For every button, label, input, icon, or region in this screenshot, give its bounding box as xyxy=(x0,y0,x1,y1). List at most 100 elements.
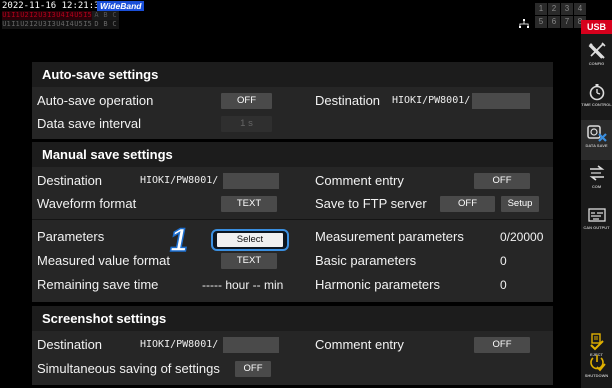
sidebar-label: CAN OUTPUT xyxy=(583,225,610,230)
ftp-server-toggle[interactable]: OFF xyxy=(440,196,495,212)
channel-grid-cell: 4 xyxy=(574,3,586,15)
autosave-destination-field[interactable] xyxy=(472,93,530,109)
measured-value-format-select[interactable]: TEXT xyxy=(221,253,277,269)
channel-indicator: D xyxy=(92,20,101,29)
simultaneous-saving-label: Simultaneous saving of settings xyxy=(37,361,220,376)
sidebar-label: CONFIG xyxy=(588,61,605,66)
usb-badge[interactable]: USB xyxy=(581,20,612,34)
channel-indicator: I1 xyxy=(11,20,20,29)
basic-parameters-label: Basic parameters xyxy=(315,253,417,268)
channel-indicator: B xyxy=(101,11,110,20)
channel-indicator: U1 xyxy=(2,11,11,20)
parameters-select-button[interactable]: Select xyxy=(211,229,289,251)
remaining-save-time-value: ----- hour -- min xyxy=(202,278,284,292)
mode-badge: WideBand xyxy=(97,1,145,11)
channel-grid-cell: 2 xyxy=(548,3,560,15)
autosave-destination-label: Destination xyxy=(315,93,381,108)
channel-indicator: U2 xyxy=(20,20,29,29)
save-settings-panel: Auto-save settings Auto-save operation O… xyxy=(0,34,581,388)
channel-indicator-row-1: U1 I1 U2 I2 U3 I3 U4 I4 U5 I5 A B C xyxy=(2,11,119,20)
autosave-operation-label: Auto-save operation xyxy=(37,93,154,108)
channel-indicator: U5 xyxy=(74,20,83,29)
channel-indicator: I4 xyxy=(65,11,74,20)
measurement-parameters-value: 0/20000 xyxy=(500,230,544,244)
channel-indicator: C xyxy=(110,11,119,20)
channel-indicator-row-2: U1 I1 U2 I2 U3 I3 U4 I4 U5 I5 D B C xyxy=(2,20,119,29)
channel-indicator: U1 xyxy=(2,20,11,29)
sidebar-label: COM xyxy=(591,184,602,189)
sidebar-item-shutdown[interactable]: SHUTDOWN xyxy=(581,350,612,388)
sidebar-item-data-save[interactable]: DATA SAVE xyxy=(581,120,612,160)
screenshot-destination-field[interactable] xyxy=(223,337,279,353)
manual-save-section: Manual save settings Destination HIOKI/P… xyxy=(32,142,553,302)
screenshot-destination-label: Destination xyxy=(37,337,103,352)
autosave-title: Auto-save settings xyxy=(42,67,159,82)
network-icon xyxy=(519,19,529,28)
harmonic-parameters-value: 0 xyxy=(500,278,507,292)
channel-indicator: I5 xyxy=(83,11,92,20)
sidebar-label: TIME CONTROL xyxy=(581,102,612,107)
channel-indicator: I1 xyxy=(11,11,20,20)
autosave-section: Auto-save settings Auto-save operation O… xyxy=(32,62,553,139)
channel-indicator: U4 xyxy=(56,20,65,29)
stopwatch-icon xyxy=(589,84,604,101)
manual-destination-label: Destination xyxy=(37,173,103,188)
harmonic-parameters-label: Harmonic parameters xyxy=(315,277,440,292)
channel-grid-cell: 5 xyxy=(535,16,547,28)
sidebar-label: DATA SAVE xyxy=(585,143,608,148)
sidebar-item-config[interactable]: CONFIG xyxy=(581,38,612,78)
channel-indicator: I3 xyxy=(47,11,56,20)
sidebar-item-com[interactable]: COM xyxy=(581,161,612,201)
channel-grid-cell: 3 xyxy=(561,3,573,15)
screenshot-destination-path: HIOKI/PW8001/ xyxy=(140,339,219,350)
channel-indicator: U4 xyxy=(56,11,65,20)
divider xyxy=(32,219,553,220)
manual-destination-field[interactable] xyxy=(223,173,279,189)
manual-destination-path: HIOKI/PW8001/ xyxy=(140,175,219,186)
channel-grid-cell: 1 xyxy=(535,3,547,15)
manual-comment-toggle[interactable]: OFF xyxy=(474,173,530,189)
channel-grid-cell: 6 xyxy=(548,16,560,28)
channel-indicator: I5 xyxy=(83,20,92,29)
sidebar-item-can-output[interactable]: CAN OUTPUT xyxy=(581,202,612,242)
function-sidebar: CONFIG TIME CONTROL DATA SAVE COM CAN OU… xyxy=(581,34,612,388)
measured-value-format-label: Measured value format xyxy=(37,253,170,268)
screenshot-section: Screenshot settings Destination HIOKI/PW… xyxy=(32,306,553,385)
waveform-format-select[interactable]: TEXT xyxy=(221,196,277,212)
channel-indicator: I3 xyxy=(47,20,56,29)
sidebar-item-time-control[interactable]: TIME CONTROL xyxy=(581,79,612,119)
channel-grid: 12345678 xyxy=(535,3,586,28)
communication-icon xyxy=(589,165,604,181)
select-button-label: Select xyxy=(217,233,283,247)
section-header: Auto-save settings xyxy=(32,62,553,87)
section-header: Manual save settings xyxy=(32,142,553,167)
simultaneous-saving-toggle[interactable]: OFF xyxy=(235,361,271,377)
channel-indicator: I2 xyxy=(29,20,38,29)
remaining-save-time-label: Remaining save time xyxy=(37,277,159,292)
channel-indicator: U2 xyxy=(20,11,29,20)
step-number-marker: 1 xyxy=(169,222,188,258)
sidebar-label: SHUTDOWN xyxy=(584,373,609,378)
status-bar: 2022-11-16 12:21:30 WideBand U1 I1 U2 I2 U3 I… xyxy=(0,0,612,34)
measurement-parameters-label: Measurement parameters xyxy=(315,229,464,244)
channel-indicator: C xyxy=(110,20,119,29)
channel-indicator: U3 xyxy=(38,20,47,29)
can-output-icon xyxy=(587,208,606,222)
waveform-format-label: Waveform format xyxy=(37,196,137,211)
screenshot-comment-label: Comment entry xyxy=(315,337,404,352)
ftp-setup-button[interactable]: Setup xyxy=(501,196,539,212)
autosave-operation-toggle[interactable]: OFF xyxy=(221,93,272,109)
shutdown-icon xyxy=(589,355,606,372)
screenshot-comment-toggle[interactable]: OFF xyxy=(474,337,530,353)
screenshot-title: Screenshot settings xyxy=(42,311,167,326)
ftp-server-label: Save to FTP server xyxy=(315,196,427,211)
channel-indicator: B xyxy=(101,20,110,29)
manual-save-title: Manual save settings xyxy=(42,147,173,162)
parameters-label: Parameters xyxy=(37,229,105,244)
channel-indicator: I2 xyxy=(29,11,38,20)
data-save-interval-value: 1 s xyxy=(221,116,272,132)
section-header: Screenshot settings xyxy=(32,306,553,331)
channel-indicator: U3 xyxy=(38,11,47,20)
channel-indicator: A xyxy=(92,11,101,20)
channel-grid-cell: 7 xyxy=(561,16,573,28)
